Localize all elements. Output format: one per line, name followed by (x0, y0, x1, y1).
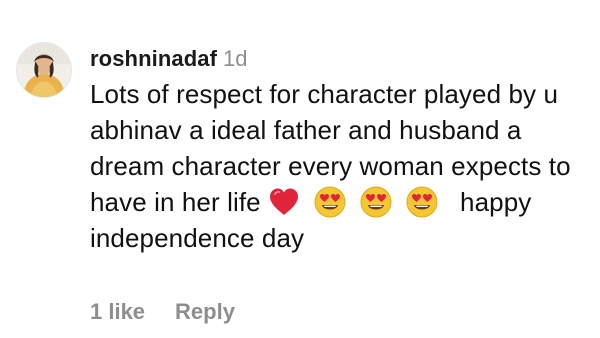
comment: roshninadaf 1d Lots of respect for charac… (0, 0, 600, 338)
like-count-link[interactable]: 1 like (90, 297, 145, 327)
comment-text: Lots of respect for character played by … (90, 76, 590, 256)
heart-eyes-icon (314, 186, 346, 218)
reply-button[interactable]: Reply (175, 297, 235, 327)
emoji-group (268, 186, 452, 218)
comment-body: roshninadaf 1d Lots of respect for charac… (90, 44, 590, 256)
heart-eyes-icon (360, 186, 392, 218)
comment-actions: 1 like Reply (90, 297, 235, 327)
comment-header: roshninadaf 1d (90, 44, 590, 74)
timestamp[interactable]: 1d (223, 46, 247, 71)
avatar[interactable] (16, 42, 72, 98)
avatar-image (17, 43, 71, 97)
heart-eyes-icon (406, 186, 438, 218)
username-link[interactable]: roshninadaf (90, 46, 217, 71)
red-heart-icon (268, 186, 300, 218)
